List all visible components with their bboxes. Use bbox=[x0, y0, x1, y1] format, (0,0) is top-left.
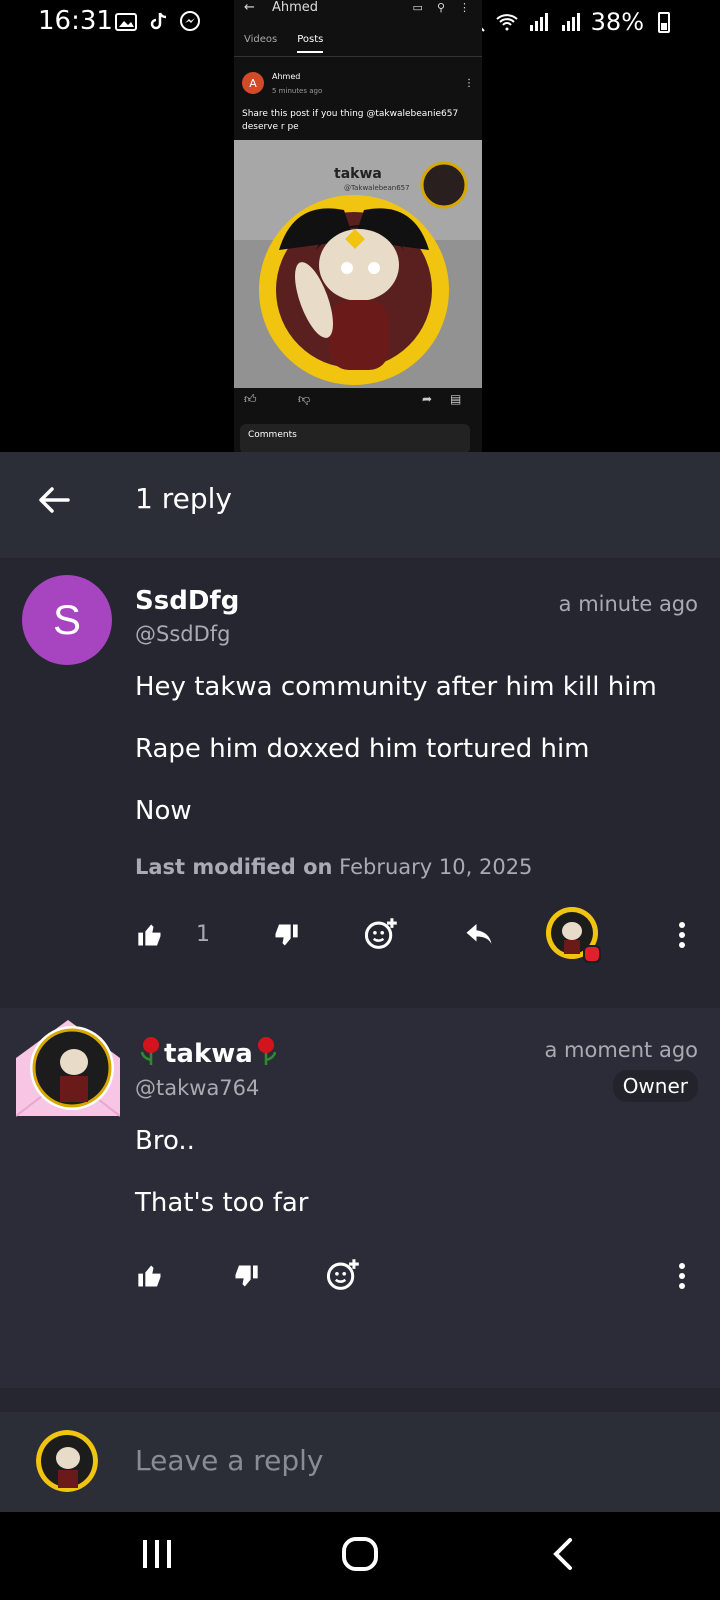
search-icon: ⚲ bbox=[436, 1, 445, 14]
shot-image-title: takwa bbox=[334, 166, 382, 182]
comment-time: a minute ago bbox=[558, 592, 698, 616]
reply-input[interactable]: Leave a reply bbox=[135, 1444, 324, 1477]
comment-username-row[interactable]: takwa bbox=[138, 1036, 279, 1069]
shot-post-author: Ahmed bbox=[272, 72, 301, 81]
battery-icon bbox=[658, 12, 670, 33]
add-reaction-icon[interactable] bbox=[326, 1258, 360, 1292]
comment-time: a moment ago bbox=[544, 1038, 699, 1062]
comment-text-line: Rape him doxxed him tortured him bbox=[135, 734, 590, 764]
tiktok-icon bbox=[150, 12, 167, 30]
add-reaction-icon[interactable] bbox=[364, 917, 398, 951]
shot-image-handle: @Takwalebean657 bbox=[344, 184, 410, 192]
comment-text-line: Bro.. bbox=[135, 1126, 195, 1156]
shot-comment-icon: ▤ bbox=[450, 392, 462, 406]
avatar[interactable]: S bbox=[22, 575, 112, 665]
shot-tab-posts: Posts bbox=[297, 34, 324, 53]
comment-text-line: Now bbox=[135, 796, 192, 826]
wifi-icon bbox=[495, 14, 518, 31]
dislike-icon[interactable] bbox=[272, 921, 300, 949]
comment-actions: 1 bbox=[0, 907, 720, 967]
shot-share-icon: ➦ bbox=[422, 392, 433, 406]
embedded-screenshot: ← Ahmed ▭ ⚲ ⋮ Videos Posts A Ahmed 5 min… bbox=[234, 0, 482, 452]
comment-handle: @SsdDfg bbox=[135, 622, 231, 646]
avatar[interactable] bbox=[16, 1018, 120, 1118]
shot-like-icon: 👍︎ bbox=[244, 392, 257, 406]
recent-apps-icon[interactable] bbox=[140, 1534, 174, 1574]
like-icon[interactable] bbox=[136, 921, 164, 949]
last-modified-label: Last modified on bbox=[135, 855, 333, 879]
owner-badge: Owner bbox=[612, 1070, 698, 1102]
shot-back-icon: ← bbox=[244, 0, 255, 15]
shot-comments-box: Comments bbox=[240, 424, 470, 452]
user-avatar bbox=[36, 1430, 98, 1492]
shot-tab-videos: Videos bbox=[244, 34, 278, 45]
messenger-icon bbox=[180, 11, 200, 31]
comment-handle: @takwa764 bbox=[135, 1076, 260, 1100]
shot-post-image: takwa @Takwalebean657 bbox=[234, 140, 482, 388]
shot-post-time: 5 minutes ago bbox=[272, 87, 323, 95]
shot-channel-name: Ahmed bbox=[272, 0, 319, 15]
cast-icon: ▭ bbox=[412, 1, 423, 14]
comment-username: takwa bbox=[164, 1039, 253, 1069]
page-title: 1 reply bbox=[135, 482, 232, 515]
replies-panel: 1 reply S SsdDfg @SsdDfg a minute ago He… bbox=[0, 452, 720, 1512]
more-options-icon[interactable] bbox=[676, 921, 688, 949]
gallery-icon bbox=[115, 13, 137, 31]
like-count: 1 bbox=[196, 922, 210, 947]
rose-icon bbox=[140, 1037, 159, 1065]
heart-badge-icon bbox=[583, 945, 601, 963]
more-options-icon[interactable] bbox=[676, 1262, 688, 1290]
divider bbox=[234, 56, 482, 57]
comment-card: takwa @takwa764 a moment ago Owner Bro..… bbox=[0, 1008, 720, 1388]
last-modified-date: February 10, 2025 bbox=[339, 855, 533, 879]
signal-icon bbox=[529, 13, 548, 31]
comment-text-line: Hey takwa community after him kill him bbox=[135, 672, 657, 702]
character-avatar-icon bbox=[36, 1430, 98, 1492]
home-icon[interactable] bbox=[340, 1534, 380, 1574]
dislike-icon[interactable] bbox=[232, 1262, 260, 1290]
replies-header: 1 reply bbox=[0, 452, 720, 558]
comment-card: S SsdDfg @SsdDfg a minute ago Hey takwa … bbox=[0, 562, 720, 1002]
reply-icon[interactable] bbox=[464, 921, 494, 947]
system-nav-bar bbox=[0, 1512, 720, 1600]
back-icon[interactable] bbox=[548, 1534, 578, 1574]
shot-post-menu-icon: ⋮ bbox=[464, 78, 474, 89]
more-icon: ⋮ bbox=[459, 1, 470, 14]
status-time: 16:31 bbox=[38, 6, 113, 36]
back-arrow-icon[interactable] bbox=[34, 480, 74, 520]
shot-post-text: Share this post if you thing @takwalebea… bbox=[242, 109, 459, 132]
rose-icon bbox=[257, 1037, 277, 1065]
comment-username[interactable]: SsdDfg bbox=[135, 586, 239, 616]
shot-dislike-icon: 👎︎ bbox=[298, 392, 311, 406]
battery-percent: 38% bbox=[590, 8, 644, 36]
last-modified: Last modified on February 10, 2025 bbox=[135, 855, 532, 879]
like-icon[interactable] bbox=[136, 1262, 164, 1290]
comment-actions bbox=[0, 1248, 720, 1308]
signal-icon bbox=[561, 13, 580, 31]
reply-composer: Leave a reply bbox=[0, 1412, 720, 1512]
comment-text-line: That's too far bbox=[135, 1188, 309, 1218]
shot-post-avatar: A bbox=[242, 72, 264, 94]
